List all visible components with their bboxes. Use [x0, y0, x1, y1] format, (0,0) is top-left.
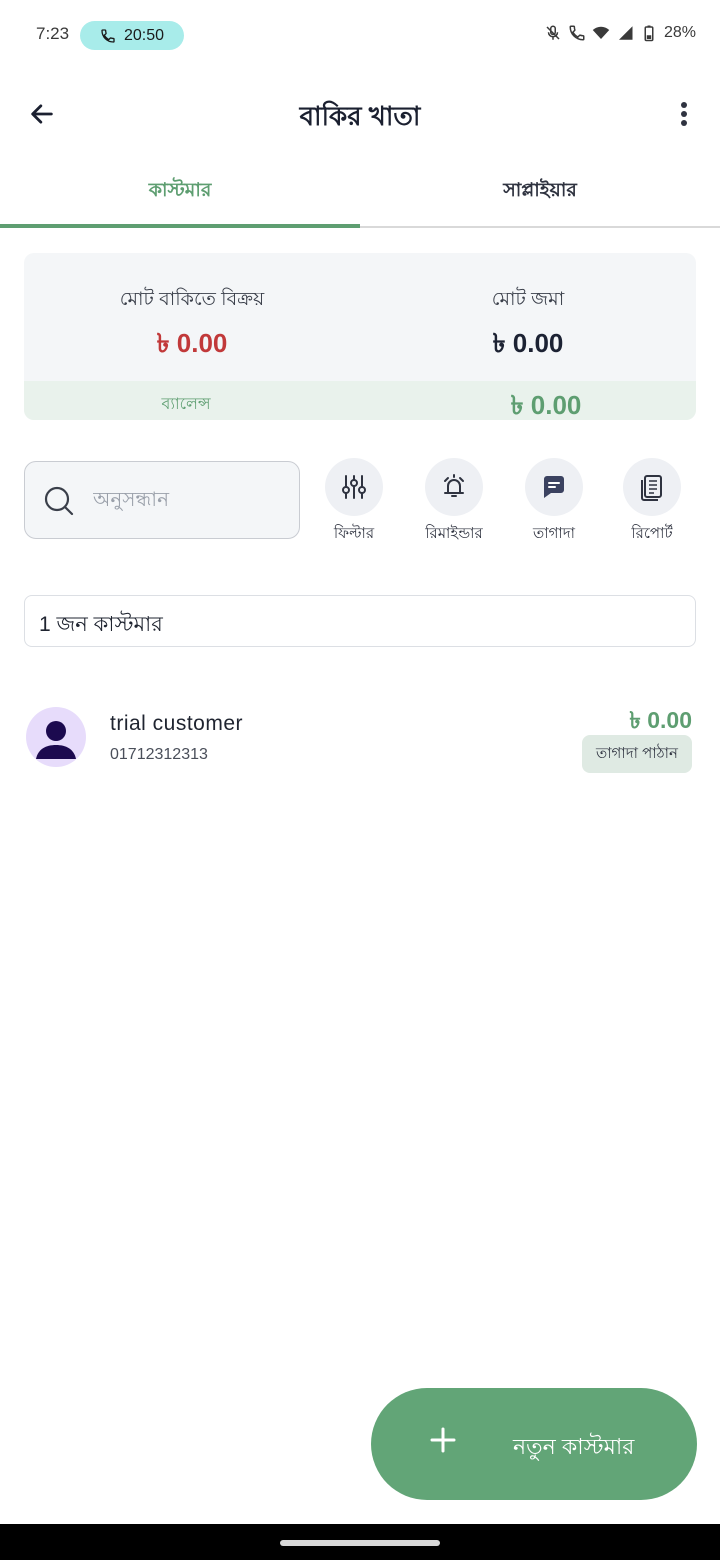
filter-label: ফিল্টার: [333, 525, 375, 542]
tab-customer[interactable]: কাস্টমার: [0, 160, 360, 228]
tagada-label: তাগাদা: [532, 525, 575, 542]
signal-icon: [618, 26, 633, 40]
status-bar: 7:23 20:50 28%: [0, 0, 720, 72]
person-icon: [36, 721, 76, 759]
report-button-circle[interactable]: [623, 458, 681, 516]
tagada-button[interactable]: তাগাদা: [509, 458, 599, 547]
plus-icon: [430, 1427, 456, 1453]
customer-phone: 01712312313: [110, 746, 208, 763]
filter-button[interactable]: ফিল্টার: [309, 458, 399, 547]
customer-list-item[interactable]: trial customer 01712312313 ৳ 0.00 তাগাদা…: [24, 692, 696, 782]
tab-supplier[interactable]: সাপ্লাইয়ার: [360, 160, 720, 226]
total-due-section: মোট বাকিতে বিক্রয় ৳ 0.00: [24, 285, 360, 367]
reminder-button[interactable]: রিমাইন্ডার: [409, 458, 499, 547]
add-customer-label: নতুন কাস্টমার: [513, 1434, 635, 1459]
status-time: 7:23: [36, 24, 70, 43]
filter-icon: [342, 475, 366, 499]
mute-icon: [546, 25, 560, 40]
total-due-value: ৳ 0.00: [156, 328, 228, 358]
send-reminder-button[interactable]: তাগাদা পাঠান: [581, 735, 692, 773]
battery-icon: [644, 25, 654, 42]
search-input[interactable]: [93, 482, 289, 518]
battery-percent: 28%: [663, 24, 696, 41]
total-deposit-section: মোট জমা ৳ 0.00: [360, 285, 696, 367]
avatar: [26, 707, 86, 767]
balance-value: ৳ 0.00: [510, 390, 582, 420]
system-nav-bar: [0, 1524, 720, 1560]
app-bar: বাকির খাতা: [0, 72, 720, 156]
search-icon: [44, 486, 74, 516]
ongoing-call-chip[interactable]: 20:50: [80, 21, 184, 50]
reminder-label: রিমাইন্ডার: [425, 525, 483, 542]
report-label: রিপোর্ট: [631, 525, 673, 542]
search-box[interactable]: [24, 461, 300, 539]
reminder-button-circle[interactable]: [425, 458, 483, 516]
tab-bar: কাস্টমার সাপ্লাইয়ার: [0, 160, 720, 228]
page-title: বাকির খাতা: [299, 101, 421, 131]
bell-icon: [444, 474, 464, 497]
more-vertical-icon: [681, 102, 687, 126]
summary-card: মোট বাকিতে বিক্রয় ৳ 0.00 মোট জমা ৳ 0.00…: [24, 253, 696, 420]
wifi-icon: [592, 26, 610, 39]
balance-row: ব্যালেন্স ৳ 0.00: [24, 381, 696, 420]
total-deposit-label: মোট জমা: [491, 289, 565, 310]
customer-name: trial customer: [110, 712, 244, 735]
total-due-label: মোট বাকিতে বিক্রয়: [119, 289, 265, 310]
customer-count: 1 জন কাস্টমার: [24, 595, 696, 647]
add-customer-button[interactable]: নতুন কাস্টমার: [371, 1388, 697, 1500]
report-icon: [641, 475, 662, 501]
phone-icon: [101, 28, 115, 43]
total-deposit-value: ৳ 0.00: [492, 328, 564, 358]
filter-button-circle[interactable]: [325, 458, 383, 516]
report-button[interactable]: রিপোর্ট: [607, 458, 697, 547]
tagada-button-circle[interactable]: [525, 458, 583, 516]
call-duration: 20:50: [123, 26, 165, 44]
home-gesture-handle[interactable]: [280, 1540, 440, 1546]
balance-label: ব্যালেন্স: [161, 396, 211, 413]
wifi-call-icon: [569, 25, 585, 41]
status-icons: 28%: [544, 24, 696, 42]
message-icon: [544, 476, 564, 498]
overflow-menu-button[interactable]: [668, 94, 700, 134]
